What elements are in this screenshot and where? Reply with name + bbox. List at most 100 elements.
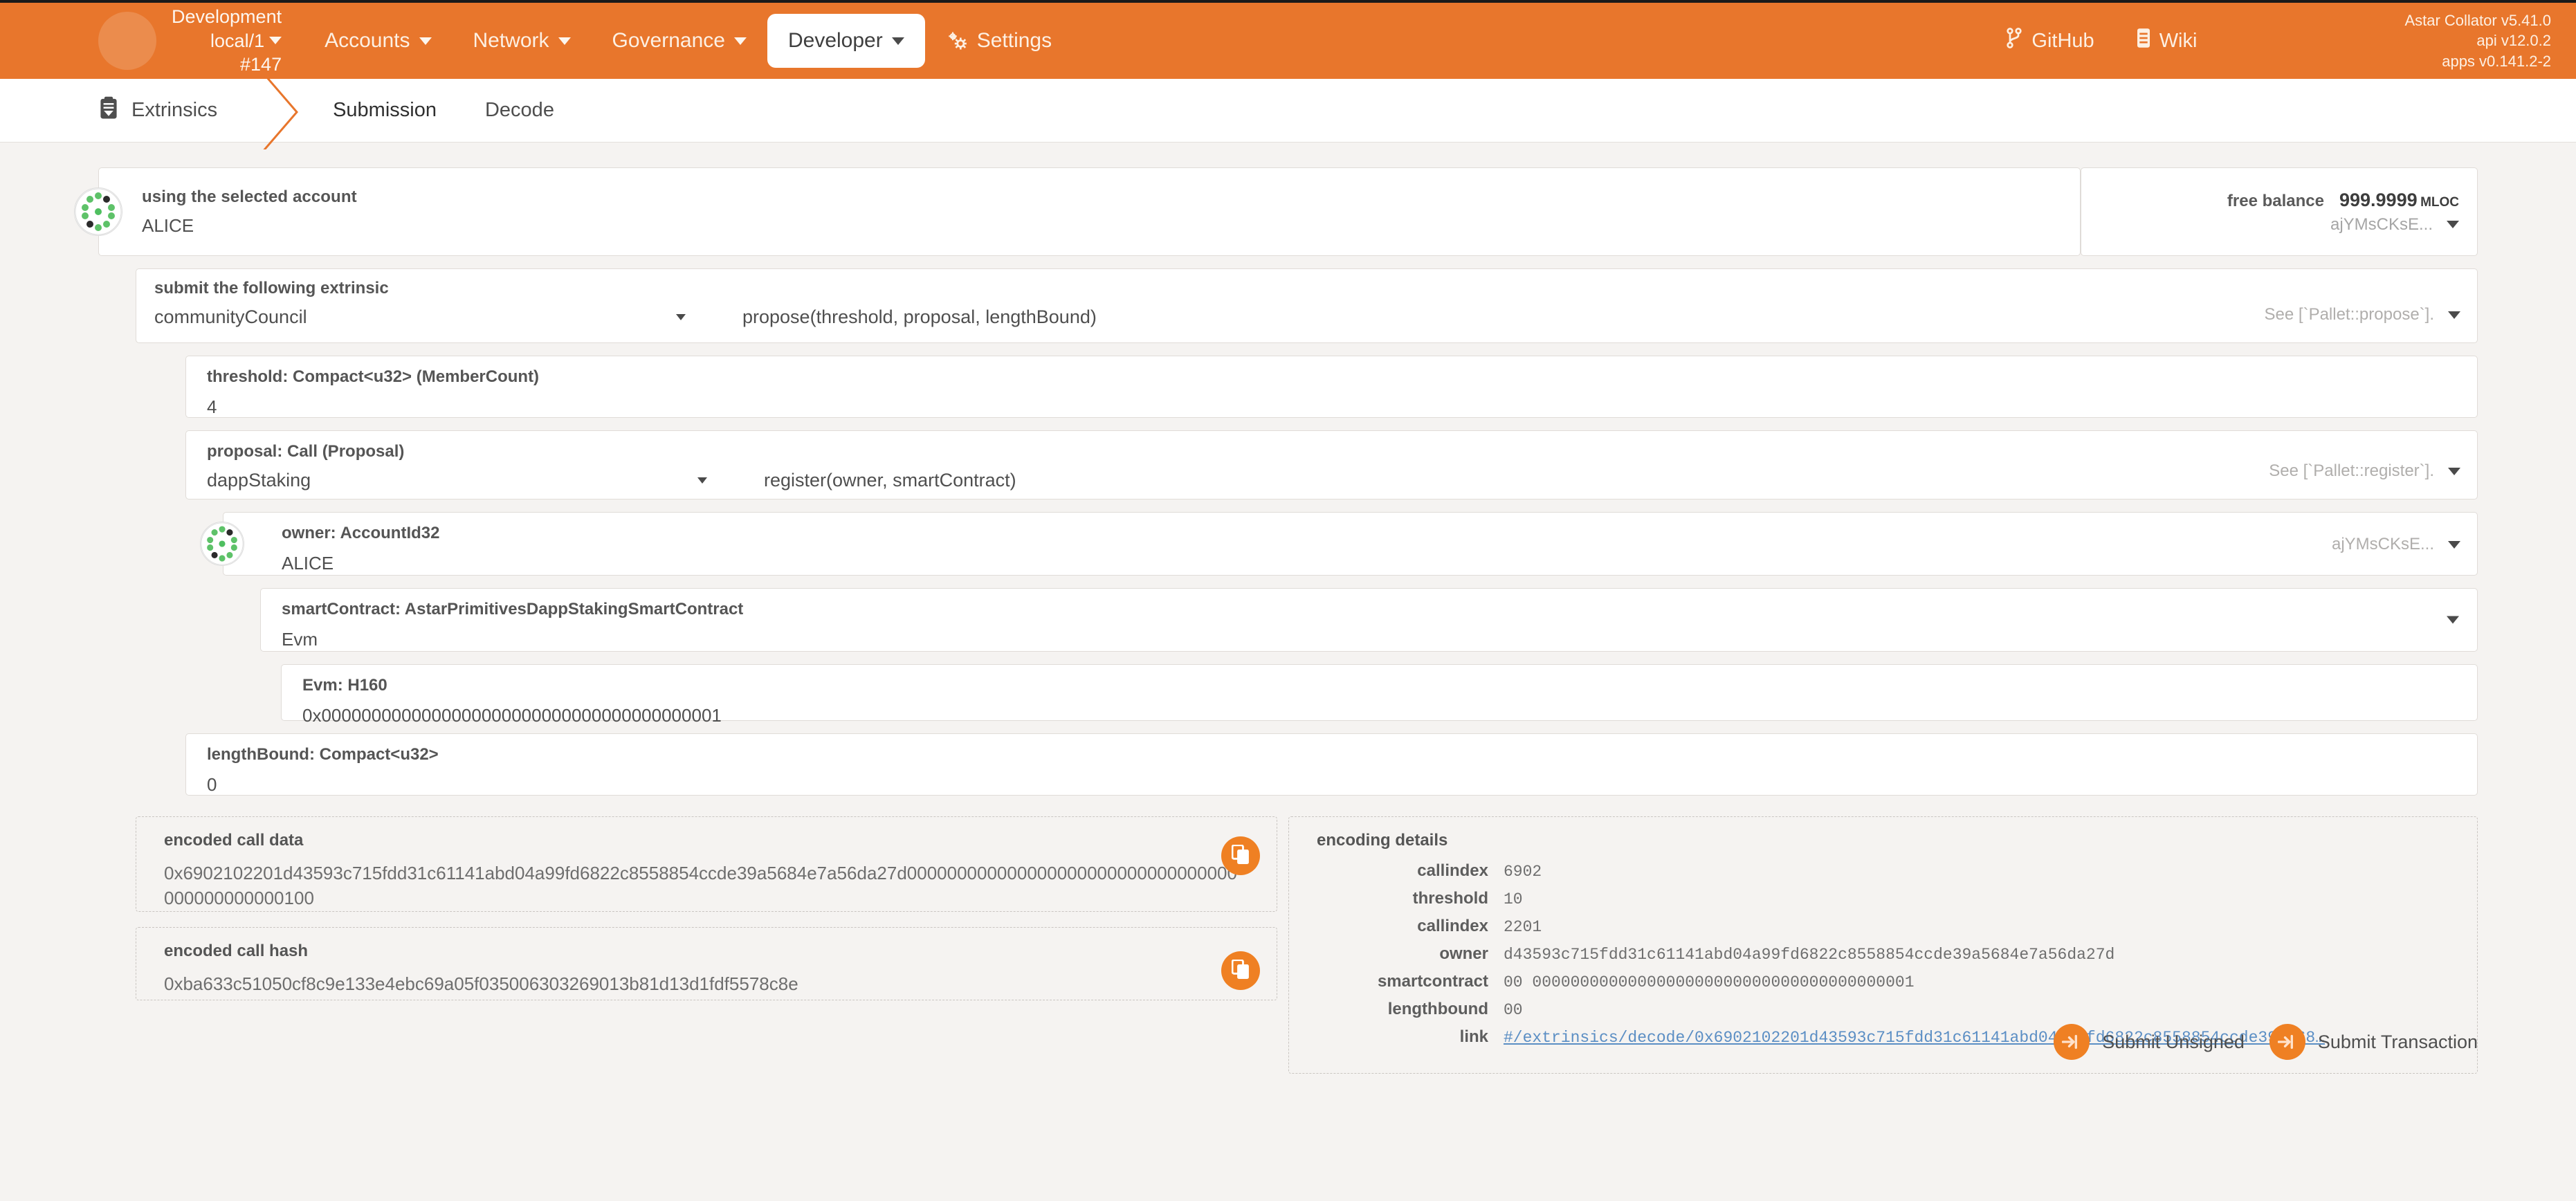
proposal-pallet-select[interactable]: dappStaking: [207, 470, 722, 491]
encoded-call-data-panel: encoded call data 0x6902102201d43593c715…: [136, 816, 1277, 912]
copy-icon: [1232, 845, 1250, 868]
node-version: Astar Collator v5.41.0: [2404, 10, 2551, 30]
nav-label-network: Network: [473, 29, 549, 53]
param-owner-address-group[interactable]: ajYMsCKsE...: [2332, 535, 2460, 554]
chevron-down-icon: [419, 37, 432, 45]
param-smart-contract-value: Evm: [282, 629, 2477, 650]
detail-value: 00: [1504, 1001, 1523, 1019]
proposal-docs[interactable]: See [`Pallet::register`].: [2269, 461, 2460, 481]
param-evm-label: Evm: H160: [302, 676, 2477, 695]
detail-key: threshold: [1317, 889, 1504, 908]
extrinsic-selector-card: submit the following extrinsic community…: [136, 268, 2478, 343]
detail-row: callindex 6902: [1317, 861, 2456, 881]
nav-item-governance[interactable]: Governance: [592, 14, 767, 68]
detail-row: owner d43593c715fdd31c61141abd04a99fd682…: [1317, 944, 2456, 964]
chevron-down-icon: [269, 37, 282, 44]
method-select[interactable]: propose(threshold, proposal, lengthBound…: [742, 306, 1097, 328]
copy-icon: [1232, 960, 1250, 982]
wiki-link[interactable]: Wiki: [2136, 28, 2198, 54]
chevron-down-icon: [2448, 311, 2460, 319]
tab-decode[interactable]: Decode: [485, 99, 554, 122]
detail-value: 10: [1504, 890, 1523, 908]
gear-icon: [946, 30, 968, 52]
primary-nav: Accounts Network Governance Developer: [304, 14, 1072, 68]
detail-row: smartcontract 00 00000000000000000000000…: [1317, 972, 2456, 991]
chain-block-number: #147: [240, 53, 282, 77]
proposal-method-select[interactable]: register(owner, smartContract): [764, 470, 1016, 491]
identicon: [200, 522, 244, 566]
clipboard-icon: [98, 96, 119, 125]
encoded-call-hash-value: 0xba633c51050cf8c9e133e4ebc69a05f0350063…: [164, 972, 1243, 997]
encoded-call-data-label: encoded call data: [164, 831, 1259, 850]
free-balance-card: free balance 999.9999 MLOC ajYMsCKsE...: [2081, 167, 2478, 256]
encoding-details-rows: callindex 6902 threshold 10 callindex 22…: [1317, 861, 2456, 1047]
detail-key: link: [1317, 1027, 1504, 1047]
proposal-pallet-value: dappStaking: [207, 470, 311, 491]
detail-row: lengthbound 00: [1317, 1000, 2456, 1019]
account-address: ajYMsCKsE...: [2330, 215, 2433, 235]
extrinsic-label: submit the following extrinsic: [154, 279, 2477, 298]
tab-list: Submission Decode: [333, 99, 554, 122]
chevron-down-icon: [734, 37, 747, 45]
chain-logo: [98, 12, 156, 70]
param-owner-value: ALICE: [282, 553, 2477, 574]
section-breadcrumb[interactable]: Extrinsics: [98, 96, 217, 125]
detail-key: callindex: [1317, 917, 1504, 936]
pallet-select[interactable]: communityCouncil: [154, 306, 701, 328]
param-owner-address: ajYMsCKsE...: [2332, 535, 2434, 554]
chain-selector[interactable]: Development local/1 #147: [172, 5, 282, 77]
encoded-call-hash-panel: encoded call hash 0xba633c51050cf8c9e133…: [136, 927, 1277, 1000]
pallet-docs[interactable]: See [`Pallet::propose`].: [2265, 305, 2460, 324]
chain-name: Development: [172, 5, 282, 29]
copy-call-data-button[interactable]: [1221, 836, 1260, 875]
detail-key: lengthbound: [1317, 1000, 1504, 1019]
chevron-down-icon: [2447, 616, 2459, 624]
nav-item-developer[interactable]: Developer: [767, 14, 925, 68]
chevron-down-icon: [892, 37, 904, 45]
identicon: [74, 187, 122, 236]
param-smart-contract[interactable]: smartContract: AstarPrimitivesDappStakin…: [260, 588, 2478, 652]
pallet-value: communityCouncil: [154, 306, 307, 328]
param-threshold-value[interactable]: 4: [207, 396, 2477, 418]
detail-row: threshold 10: [1317, 889, 2456, 908]
nav-label-governance: Governance: [612, 29, 725, 53]
sign-in-icon: [2054, 1024, 2090, 1060]
submit-unsigned-button[interactable]: Submit Unsigned: [2054, 1024, 2245, 1060]
param-owner[interactable]: owner: AccountId32 ALICE ajYMsCKsE...: [223, 512, 2478, 576]
param-proposal: proposal: Call (Proposal) dappStaking re…: [185, 430, 2478, 499]
selected-account-card[interactable]: using the selected account ALICE: [98, 167, 2081, 256]
chevron-down-icon: [676, 314, 686, 320]
submit-transaction-button[interactable]: Submit Transaction: [2269, 1024, 2478, 1060]
param-evm-h160: Evm: H160 0x0000000000000000000000000000…: [281, 664, 2478, 721]
copy-call-hash-button[interactable]: [1221, 951, 1260, 990]
book-icon: [2136, 28, 2151, 54]
param-owner-label: owner: AccountId32: [282, 524, 2477, 543]
param-length-bound: lengthBound: Compact<u32> 0: [185, 733, 2478, 796]
sign-in-icon: [2269, 1024, 2305, 1060]
balance-unit: MLOC: [2420, 195, 2459, 210]
pallet-docs-text: See [`Pallet::propose`].: [2265, 305, 2434, 324]
api-version: api v12.0.2: [2404, 30, 2551, 51]
param-evm-value[interactable]: 0x00000000000000000000000000000000000000…: [302, 705, 2477, 726]
chevron-down-icon: [558, 37, 571, 45]
tab-submission[interactable]: Submission: [333, 99, 437, 122]
chevron-down-icon[interactable]: [2447, 221, 2459, 228]
nav-item-accounts[interactable]: Accounts: [304, 14, 452, 68]
encoded-call-data-value: 0x6902102201d43593c715fdd31c61141abd04a9…: [164, 861, 1243, 911]
account-label: using the selected account: [142, 187, 2080, 207]
github-label: GitHub: [2031, 30, 2094, 53]
breadcrumb-chevron-icon: [258, 75, 307, 149]
nav-item-network[interactable]: Network: [453, 14, 592, 68]
main-content: using the selected account ALICE free ba…: [0, 167, 2576, 1074]
top-navigation-bar: Development local/1 #147 Accounts Networ…: [0, 0, 2576, 79]
param-threshold-label: threshold: Compact<u32> (MemberCount): [207, 367, 2477, 387]
submit-unsigned-label: Submit Unsigned: [2102, 1032, 2245, 1053]
nav-item-settings[interactable]: Settings: [925, 14, 1072, 68]
proposal-docs-text: See [`Pallet::register`].: [2269, 461, 2434, 481]
version-info: Astar Collator v5.41.0 api v12.0.2 apps …: [2404, 10, 2551, 71]
detail-key: owner: [1317, 944, 1504, 964]
github-link[interactable]: GitHub: [2005, 28, 2094, 54]
submit-transaction-label: Submit Transaction: [2318, 1032, 2478, 1053]
chain-endpoint: local/1: [210, 29, 264, 53]
param-length-bound-value[interactable]: 0: [207, 774, 2477, 796]
